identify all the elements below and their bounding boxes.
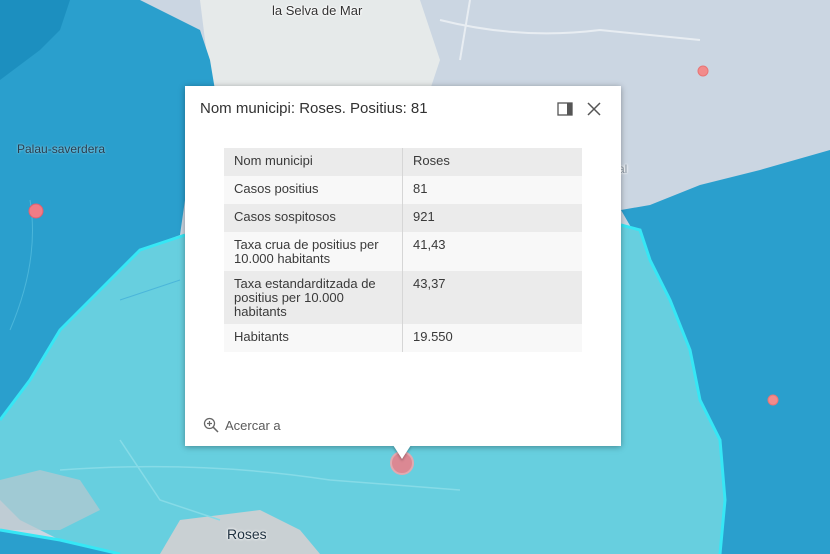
case-point[interactable] <box>28 203 44 219</box>
attribute-value: 81 <box>402 176 582 204</box>
popup-header: Nom municipi: Roses. Positius: 81 <box>200 100 609 120</box>
dock-side-icon <box>557 102 573 116</box>
dock-button[interactable] <box>554 98 576 120</box>
attribute-value: 43,37 <box>402 271 582 324</box>
zoom-in-icon <box>203 417 219 433</box>
table-row: Habitants 19.550 <box>224 324 582 352</box>
attribute-name: Nom municipi <box>224 148 403 176</box>
attribute-value: 921 <box>402 204 582 232</box>
table-row: Casos sospitosos 921 <box>224 204 582 232</box>
popup-pointer <box>393 445 411 459</box>
table-row: Taxa crua de positius per 10.000 habitan… <box>224 232 582 271</box>
attribute-name: Taxa estandarditzada de positius per 10.… <box>224 271 403 324</box>
attribute-value: 41,43 <box>402 232 582 271</box>
zoom-to-button[interactable]: Acercar a <box>203 416 281 434</box>
zoom-to-label: Acercar a <box>225 417 281 433</box>
close-button[interactable] <box>583 98 605 120</box>
case-point[interactable] <box>697 65 709 77</box>
table-row: Casos positius 81 <box>224 176 582 204</box>
table-row: Taxa estandarditzada de positius per 10.… <box>224 271 582 324</box>
table-row: Nom municipi Roses <box>224 148 582 176</box>
close-icon <box>587 102 601 116</box>
place-label-palau: Palau-saverdera <box>17 142 106 156</box>
feature-popup: Nom municipi: Roses. Positius: 81 Nom mu… <box>185 86 621 446</box>
case-point[interactable] <box>767 394 779 406</box>
attribute-table: Nom municipi Roses Casos positius 81 Cas… <box>224 148 582 352</box>
attribute-value: 19.550 <box>402 324 582 352</box>
attribute-name: Taxa crua de positius per 10.000 habitan… <box>224 232 403 271</box>
popup-title: Nom municipi: Roses. Positius: 81 <box>200 100 428 117</box>
attribute-value: Roses <box>402 148 582 176</box>
attribute-name: Casos sospitosos <box>224 204 403 232</box>
place-label-roses: Roses <box>227 526 267 542</box>
place-label-selva: la Selva de Mar <box>272 3 363 18</box>
attribute-name: Casos positius <box>224 176 403 204</box>
attribute-name: Habitants <box>224 324 403 352</box>
